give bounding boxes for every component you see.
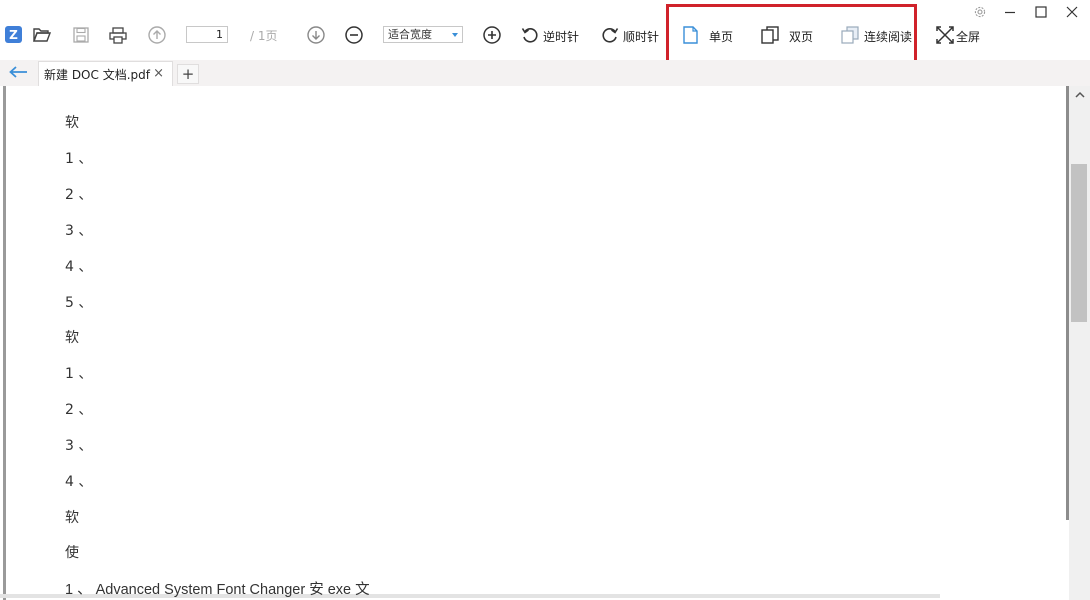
dropdown-arrow-icon (452, 33, 458, 37)
fullscreen-button[interactable]: 全屏 (956, 28, 980, 45)
rotate-clockwise-button[interactable]: 顺时针 (623, 28, 659, 45)
document-line: 4 、 (65, 259, 93, 275)
document-line: 1 、 (65, 151, 93, 167)
back-arrow-icon[interactable] (8, 64, 30, 80)
continuous-reading-icon[interactable] (840, 25, 860, 45)
app-logo-icon[interactable]: Z (5, 26, 22, 43)
page-total-label: / 1页 (250, 29, 278, 43)
fullscreen-icon[interactable] (935, 25, 955, 45)
rotate-clockwise-icon[interactable] (600, 25, 620, 45)
zoom-in-icon[interactable] (482, 25, 502, 45)
zoom-out-icon[interactable] (344, 25, 364, 45)
document-line: 软 (65, 330, 79, 346)
document-line: 3 、 (65, 223, 93, 239)
tab-bar: 新建 DOC 文档.pdf × + (0, 60, 1090, 86)
open-file-icon[interactable] (32, 25, 52, 45)
scroll-up-arrow-icon[interactable] (1069, 86, 1090, 104)
page-number-input[interactable]: 1 (186, 26, 228, 43)
next-page-icon[interactable] (306, 25, 326, 45)
document-line: 使 (65, 545, 79, 561)
toolbar: Z 1 / 1页 适合宽度 逆时针 顺时针 单页 双页 连续阅读 全屏 (0, 0, 1090, 78)
settings-gear-icon[interactable] (972, 4, 988, 20)
tab-document[interactable]: 新建 DOC 文档.pdf × (38, 61, 173, 86)
rotate-counterclockwise-icon[interactable] (520, 25, 540, 45)
print-icon[interactable] (108, 25, 128, 45)
single-page-icon[interactable] (680, 25, 700, 45)
document-viewer[interactable]: 软 1 、 2 、 3 、 4 、 5 、 软 1 、 2 、 3 、 4 、 … (0, 86, 1090, 600)
document-line: 1 、 Advanced System Font Changer 安 exe 文 (65, 582, 370, 598)
scrollbar-thumb[interactable] (1071, 164, 1087, 322)
document-line: 2 、 (65, 187, 93, 203)
maximize-icon[interactable] (1033, 4, 1049, 20)
zoom-select-value: 适合宽度 (388, 28, 432, 41)
continuous-reading-button[interactable]: 连续阅读 (864, 28, 912, 45)
document-line: 5 、 (65, 295, 93, 311)
document-line: 3 、 (65, 438, 93, 454)
document-line: 软 (65, 115, 79, 131)
document-line: 1 、 (65, 366, 93, 382)
tab-document-label: 新建 DOC 文档.pdf (44, 67, 150, 82)
page-left-border (3, 86, 6, 600)
single-page-button[interactable]: 单页 (709, 28, 733, 45)
zoom-select[interactable]: 适合宽度 (383, 26, 463, 43)
minimize-icon[interactable] (1002, 4, 1018, 20)
double-page-button[interactable]: 双页 (789, 28, 813, 45)
document-line: 2 、 (65, 402, 93, 418)
document-line: 4 、 (65, 474, 93, 490)
add-tab-button[interactable]: + (177, 64, 199, 84)
close-tab-icon[interactable]: × (153, 66, 164, 81)
previous-page-icon[interactable] (147, 25, 167, 45)
rotate-counterclockwise-button[interactable]: 逆时针 (543, 28, 579, 45)
document-line: 软 (65, 510, 79, 526)
double-page-icon[interactable] (760, 25, 780, 45)
save-icon[interactable] (71, 25, 91, 45)
close-window-icon[interactable] (1064, 4, 1080, 20)
